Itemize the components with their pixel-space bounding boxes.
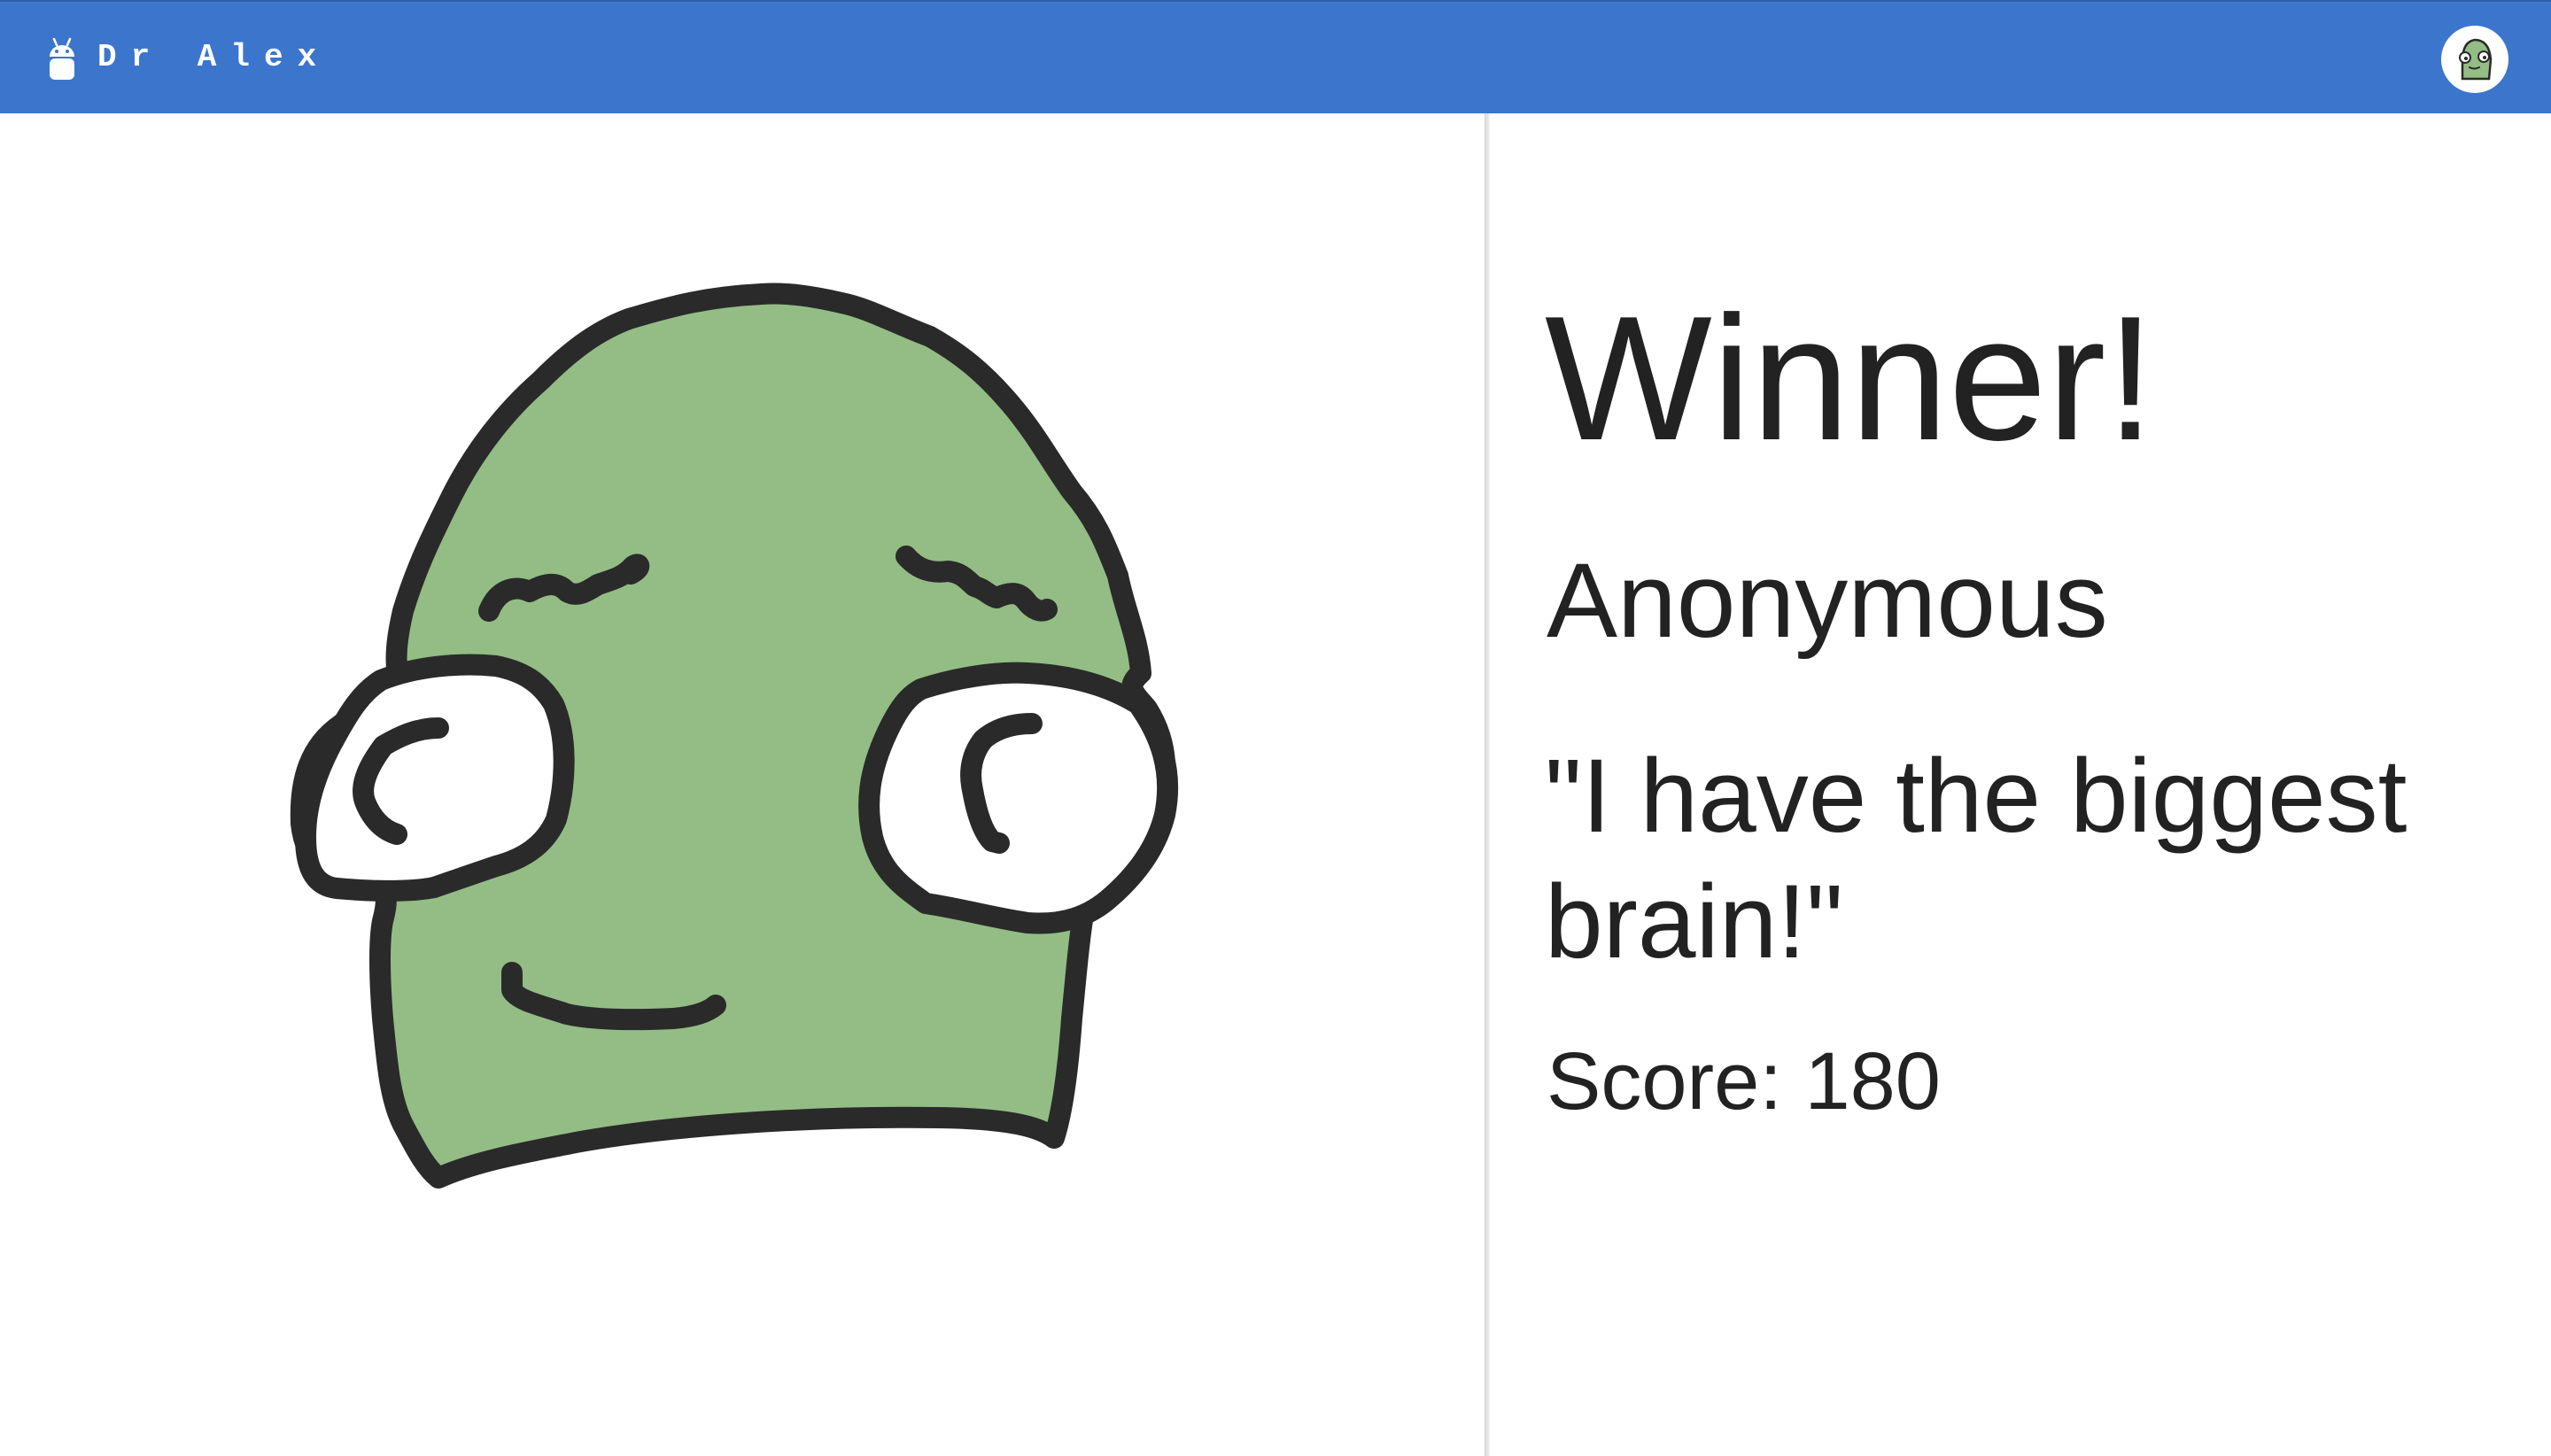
top-app-bar: Dr Alex: [0, 0, 2551, 113]
drawing-panel: [0, 113, 1485, 1456]
left-eye: [295, 654, 575, 902]
player-name: Anonymous: [1547, 541, 2108, 660]
android-robot-icon: [50, 37, 74, 80]
right-eye: [858, 662, 1179, 934]
app-title: Dr Alex: [97, 39, 331, 75]
green-character-drawing: [290, 283, 1179, 1189]
user-avatar-button[interactable]: [2441, 26, 2508, 93]
result-heading: Winner!: [1545, 280, 2156, 477]
green-character-avatar-icon: [2459, 38, 2493, 81]
result-panel: Winner! Anonymous "I have the biggest br…: [1490, 113, 2551, 1456]
player-score: Score: 180: [1547, 1036, 1941, 1127]
player-quote: "I have the biggest brain!": [1545, 738, 2408, 980]
